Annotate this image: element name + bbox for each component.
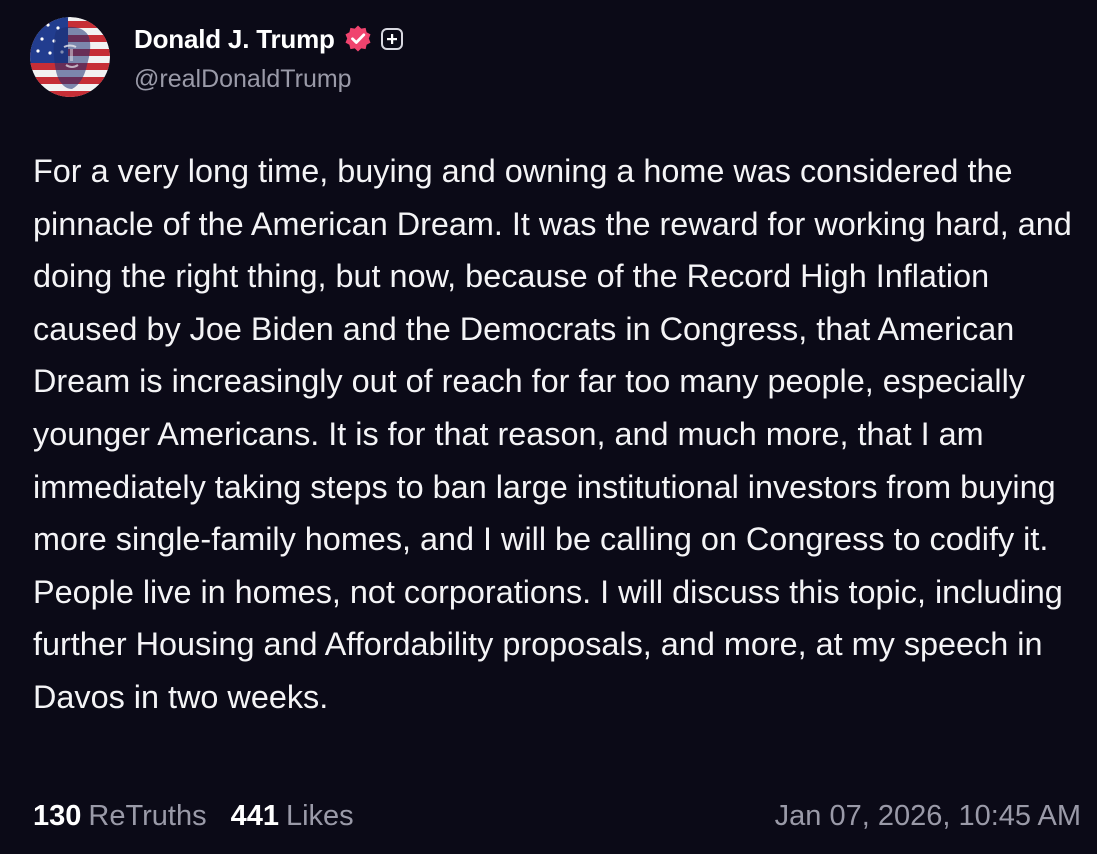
author-name-row: Donald J. Trump (134, 23, 403, 55)
likes-label: Likes (285, 799, 354, 832)
author-handle[interactable]: @realDonaldTrump (134, 65, 403, 94)
retruths-count: 130 (33, 799, 82, 832)
post-header: Donald J. Trump @realDonaldTrump (30, 17, 403, 97)
retruths-stat[interactable]: 130 ReTruths (33, 800, 207, 833)
post-footer: 130 ReTruths 441 Likes Jan 07, 2026, 10:… (33, 795, 1081, 837)
plus-button[interactable] (380, 28, 403, 50)
avatar[interactable] (30, 17, 110, 97)
post-stats: 130 ReTruths 441 Likes (33, 800, 354, 833)
author-meta: Donald J. Trump @realDonaldTrump (134, 23, 403, 94)
author-display-name[interactable]: Donald J. Trump (134, 24, 335, 55)
post-body-text: For a very long time, buying and owning … (33, 153, 1072, 715)
retruths-label: ReTruths (88, 799, 207, 832)
plus-icon (386, 34, 397, 44)
verified-badge-icon (345, 25, 371, 52)
likes-count: 441 (230, 799, 279, 832)
post-card: Donald J. Trump @realDonaldTrump For a v… (0, 0, 1097, 854)
post-timestamp[interactable]: Jan 07, 2026, 10:45 AM (775, 800, 1081, 833)
likes-stat[interactable]: 441 Likes (231, 800, 354, 833)
avatar-flag-portrait-icon (30, 17, 110, 97)
